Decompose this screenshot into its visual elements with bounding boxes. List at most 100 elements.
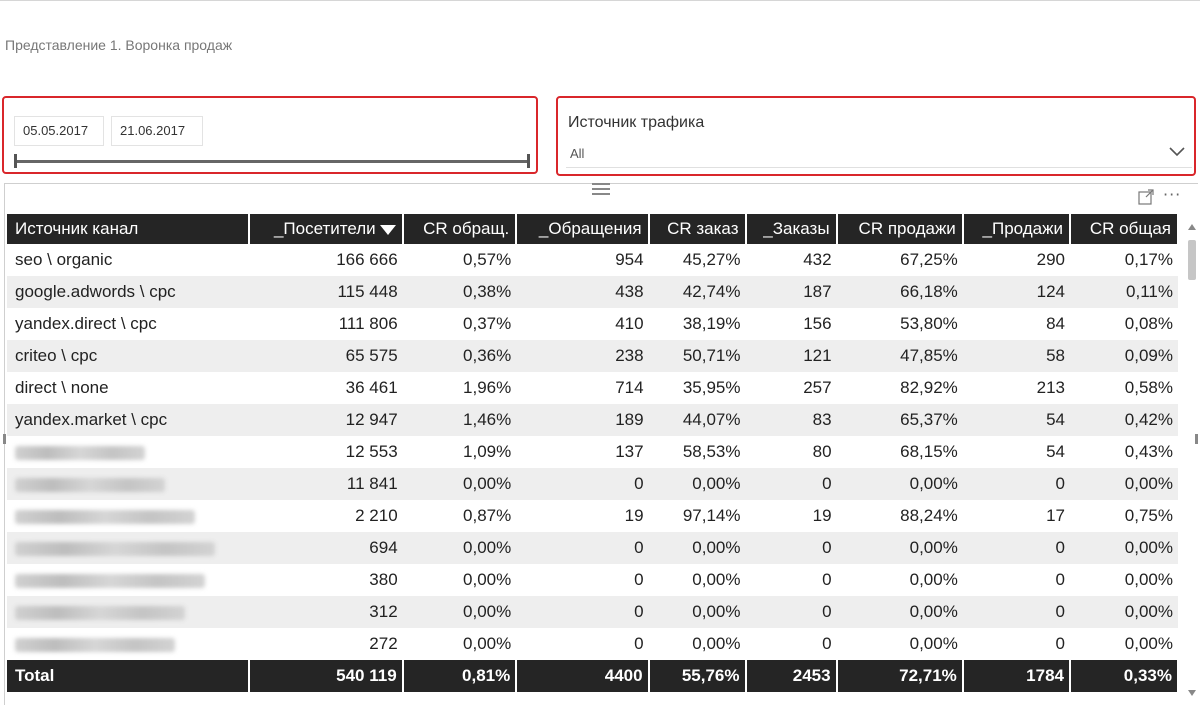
value-cell: 694 <box>248 532 403 564</box>
chevron-down-icon[interactable] <box>1168 142 1186 160</box>
value-cell: 0,57% <box>463 250 512 269</box>
scroll-up-icon[interactable] <box>1188 224 1196 230</box>
table-row[interactable]: google.adwords \ cpc 115 448 0,38% 438 42,74… <box>7 276 1178 308</box>
value-cell: 0 <box>962 596 1070 628</box>
data-table: Источник канал _Посетители CR обращ. _Обращ… <box>7 214 1180 692</box>
value-cell: 53,80% <box>900 314 958 333</box>
total-value-cell: 540 119 <box>248 660 404 692</box>
value-cell: 12 947 <box>248 404 403 436</box>
table-row[interactable]: 312 0,00% 0 0,00% 0 0,00% 0 0,00% <box>7 596 1178 628</box>
value-cell: 0 <box>962 532 1070 564</box>
value-cell: 0,00% <box>1124 570 1173 589</box>
column-header-label: CR общая <box>1089 219 1171 238</box>
value-cell: 0 <box>516 468 649 500</box>
column-header[interactable]: CR общая <box>1069 214 1180 244</box>
value-cell: 0,00% <box>692 570 741 589</box>
value-cell: 111 806 <box>338 314 398 333</box>
value-cell: 438 <box>516 276 649 308</box>
traffic-source-title: Источник трафика <box>568 114 705 131</box>
value-cell: 2 210 <box>355 506 398 525</box>
sort-descending-icon[interactable] <box>379 224 396 235</box>
table-row[interactable]: yandex.direct \ cpc 111 806 0,37% 410 38,19%… <box>7 308 1178 340</box>
value-cell: 1,09% <box>463 442 512 461</box>
column-header[interactable]: _Посетители <box>248 214 404 244</box>
scroll-down-icon[interactable] <box>1188 690 1196 696</box>
table-row[interactable]: seo \ organic 166 666 0,57% 954 45,27% 432 67,… <box>7 244 1178 276</box>
drag-grip-icon[interactable] <box>592 183 610 195</box>
date-slider-track[interactable] <box>14 160 530 163</box>
value-cell: 38,19% <box>682 314 741 333</box>
column-header-label: CR продажи <box>858 219 956 238</box>
value-cell: 0,37% <box>463 314 512 333</box>
date-slider-end-handle[interactable] <box>527 154 530 168</box>
value-cell: 954 <box>615 250 644 269</box>
column-header-label: _Обращения <box>538 219 642 238</box>
value-cell: 380 <box>369 570 398 589</box>
column-header[interactable]: _Продажи <box>962 214 1071 244</box>
date-start-input[interactable]: 05.05.2017 <box>14 116 104 146</box>
column-header[interactable]: Источник канал <box>7 214 250 244</box>
value-cell: 0 <box>634 570 644 589</box>
table-row[interactable]: direct \ none 36 461 1,96% 714 35,95% 257 82,9… <box>7 372 1178 404</box>
redacted-source-name <box>15 605 185 620</box>
date-slider-start-handle[interactable] <box>14 154 17 168</box>
table-row[interactable]: criteo \ cpc 65 575 0,36% 238 50,71% 121 47,85… <box>7 340 1178 372</box>
source-channel-cell <box>7 436 249 468</box>
value-cell: 121 <box>745 340 837 372</box>
date-range-slicer[interactable]: 05.05.2017 21.06.2017 <box>2 96 538 174</box>
column-header[interactable]: CR обращ. <box>402 214 518 244</box>
source-channel-cell: seo \ organic <box>15 250 113 269</box>
value-cell: 35,95% <box>682 378 741 397</box>
column-header[interactable]: CR продажи <box>836 214 964 244</box>
column-header-label: _Заказы <box>763 219 830 238</box>
focus-mode-icon[interactable] <box>1137 188 1155 206</box>
total-label: Total <box>7 660 250 692</box>
value-cell: 68,15% <box>900 442 958 461</box>
value-cell: 0,00% <box>1069 468 1178 500</box>
date-end-input[interactable]: 21.06.2017 <box>111 116 203 146</box>
total-value-cell: 55,76% <box>648 660 747 692</box>
column-header[interactable]: _Обращения <box>516 214 650 244</box>
resize-handle-left[interactable] <box>3 434 6 444</box>
source-channel-cell: yandex.market \ cpc <box>7 404 249 436</box>
value-cell: 0 <box>745 532 837 564</box>
value-cell: 50,71% <box>648 340 746 372</box>
table-row[interactable]: 11 841 0,00% 0 0,00% 0 0,00% 0 0,00% <box>7 468 1178 500</box>
value-cell: 0,00% <box>648 596 746 628</box>
scroll-thumb[interactable] <box>1188 240 1196 280</box>
total-value-cell: 2453 <box>745 660 838 692</box>
value-cell: 115 448 <box>248 276 403 308</box>
table-row[interactable]: yandex.market \ cpc 12 947 1,46% 189 44,07% 8… <box>7 404 1178 436</box>
value-cell: 65 575 <box>248 340 403 372</box>
more-options-icon[interactable]: ··· <box>1163 187 1181 203</box>
value-cell: 0 <box>962 468 1070 500</box>
value-cell: 189 <box>516 404 649 436</box>
traffic-source-dropdown[interactable]: All <box>566 140 1192 168</box>
value-cell: 0,08% <box>1124 314 1173 333</box>
table-row[interactable]: 694 0,00% 0 0,00% 0 0,00% 0 0,00% <box>7 532 1178 564</box>
value-cell: 272 <box>369 634 398 653</box>
value-cell: 0 <box>634 634 644 653</box>
column-header[interactable]: _Заказы <box>745 214 838 244</box>
value-cell: 36 461 <box>345 378 398 397</box>
value-cell: 12 553 <box>345 442 398 461</box>
value-cell: 0,00% <box>836 468 963 500</box>
source-channel-cell: yandex.direct \ cpc <box>15 314 157 333</box>
source-channel-cell: direct \ none <box>15 378 109 397</box>
value-cell: 67,25% <box>900 250 958 269</box>
value-cell: 1,46% <box>402 404 517 436</box>
table-row[interactable]: 272 0,00% 0 0,00% 0 0,00% 0 0,00% <box>7 628 1178 660</box>
table-row[interactable]: 380 0,00% 0 0,00% 0 0,00% 0 0,00% <box>7 564 1178 596</box>
value-cell: 0 <box>1055 634 1065 653</box>
value-cell: 0,42% <box>1069 404 1178 436</box>
source-channel-cell <box>7 596 249 628</box>
value-cell: 0 <box>745 596 837 628</box>
value-cell: 0,00% <box>463 570 512 589</box>
value-cell: 58 <box>962 340 1070 372</box>
vertical-scrollbar[interactable] <box>1187 220 1197 702</box>
column-header[interactable]: CR заказ <box>648 214 747 244</box>
column-header-label: _Продажи <box>982 219 1063 238</box>
value-cell: 312 <box>248 596 403 628</box>
table-row[interactable]: 2 210 0,87% 19 97,14% 19 88,24% 17 0,75% <box>7 500 1178 532</box>
table-row[interactable]: 12 553 1,09% 137 58,53% 80 68,15% 54 0,43% <box>7 436 1178 468</box>
